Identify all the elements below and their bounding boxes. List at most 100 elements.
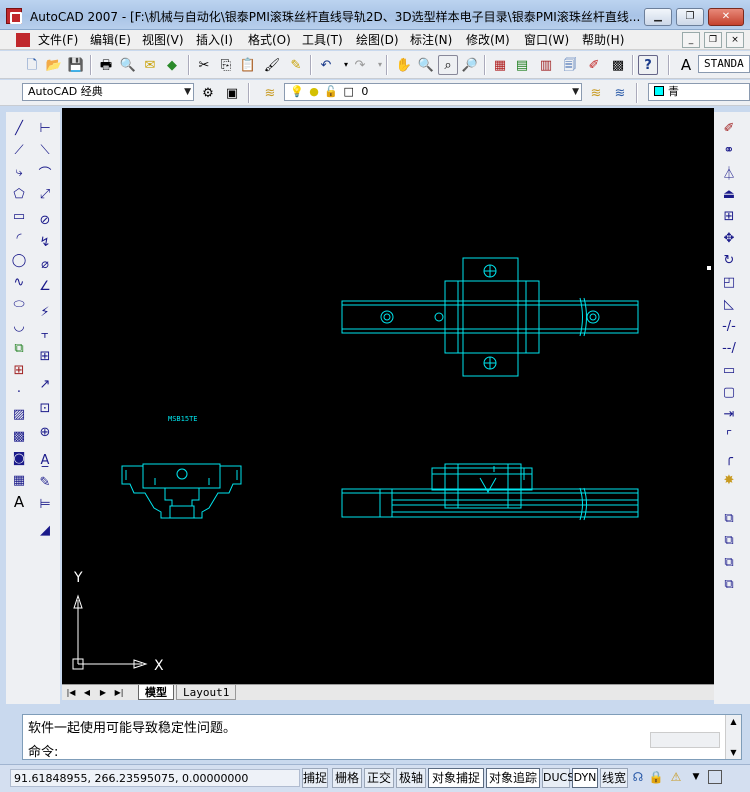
snap-toggle[interactable]: 捕捉	[302, 768, 328, 788]
menu-draw[interactable]: 绘图(D)	[356, 32, 399, 48]
menu-view[interactable]: 视图(V)	[142, 32, 184, 48]
scroll-down-icon[interactable]: ▼	[726, 748, 741, 757]
point-icon[interactable]: ·	[8, 382, 30, 402]
horizontal-scrollbar[interactable]	[650, 732, 720, 748]
otrack-toggle[interactable]: 对象追踪	[486, 768, 540, 788]
zoom-previous-icon[interactable]: 🔎	[460, 55, 480, 75]
color-select[interactable]: 青	[648, 83, 750, 101]
linear-dim-icon[interactable]: ⊢	[34, 118, 56, 138]
command-scrollbar[interactable]: ▲ ▼	[725, 715, 741, 759]
status-menu-icon[interactable]: ▼	[688, 769, 704, 785]
workspace-select[interactable]: AutoCAD 经典 ▼	[22, 83, 194, 101]
chamfer-icon[interactable]: ⌜	[718, 426, 740, 446]
dim-update-icon[interactable]: ⊨	[34, 494, 56, 514]
menu-insert[interactable]: 插入(I)	[196, 32, 233, 48]
mdi-close-icon[interactable]: ×	[726, 32, 744, 48]
stretch-icon[interactable]: ◺	[718, 294, 740, 314]
arc-icon[interactable]: ◜	[8, 228, 30, 248]
autocad-app-icon[interactable]	[6, 8, 22, 24]
scroll-up-icon[interactable]: ▲	[726, 717, 741, 726]
menu-edit[interactable]: 编辑(E)	[90, 32, 131, 48]
mirror-icon[interactable]: ⏃	[718, 162, 740, 182]
jogged-icon[interactable]: ↯	[34, 232, 56, 252]
help-icon[interactable]: ?	[638, 55, 658, 75]
draworder-under-icon[interactable]: ⧉	[718, 574, 740, 594]
multiline-text-icon[interactable]: A	[8, 492, 30, 512]
table-icon[interactable]: ▦	[8, 470, 30, 490]
design-center-icon[interactable]: ▤	[512, 55, 532, 75]
communication-center-icon[interactable]: ☊	[630, 769, 646, 785]
ellipse-icon[interactable]: ⬭	[8, 294, 30, 314]
make-layer-current-icon[interactable]: ≋	[586, 83, 606, 103]
explode-icon[interactable]: ✸	[718, 470, 740, 490]
diameter-icon[interactable]: ⌀	[34, 254, 56, 274]
document-icon[interactable]	[16, 33, 30, 47]
polar-toggle[interactable]: 极轴	[396, 768, 426, 788]
redo-icon[interactable]: ↷	[350, 55, 370, 75]
rotate-icon[interactable]: ↻	[718, 250, 740, 270]
undo-icon[interactable]: ↶	[316, 55, 336, 75]
zoom-realtime-icon[interactable]: 🔍	[416, 55, 436, 75]
publish-icon[interactable]: ✉	[140, 55, 160, 75]
layer-previous-icon[interactable]: ≋	[610, 83, 630, 103]
center-mark-icon[interactable]: ⊕	[34, 422, 56, 442]
save-icon[interactable]: 💾	[66, 55, 86, 75]
toolbar-lock-icon[interactable]: 🔒	[648, 769, 664, 785]
fillet-icon[interactable]: ╭	[718, 448, 740, 468]
osnap-toggle[interactable]: 对象捕捉	[428, 768, 484, 788]
gradient-icon[interactable]: ▩	[8, 426, 30, 446]
text-style-select[interactable]: STANDA	[698, 55, 750, 73]
make-block-icon[interactable]: ⊞	[8, 360, 30, 380]
ortho-toggle[interactable]: 正交	[364, 768, 394, 788]
drawing-canvas[interactable]: MSB15TE Y X	[62, 108, 714, 684]
grid-toggle[interactable]: 栅格	[332, 768, 362, 788]
sheet-set-icon[interactable]: 🗐	[560, 55, 580, 75]
menu-dimension[interactable]: 标注(N)	[410, 32, 452, 48]
join-icon[interactable]: ⇥	[718, 404, 740, 424]
restore-icon[interactable]: ❐	[676, 8, 704, 26]
markup-icon[interactable]: ✐	[584, 55, 604, 75]
clean-screen-icon[interactable]	[708, 770, 722, 784]
tool-palettes-icon[interactable]: ▥	[536, 55, 556, 75]
angular-icon[interactable]: ∠	[34, 276, 56, 296]
quick-dim-icon[interactable]: ⚡	[34, 302, 56, 322]
dyn-toggle[interactable]: DYN	[572, 768, 598, 788]
polyline-icon[interactable]: ⤷	[8, 162, 30, 182]
command-window[interactable]: 软件一起使用可能导致稳定性问题。 命令: ▲ ▼	[22, 714, 742, 760]
move-icon[interactable]: ✥	[718, 228, 740, 248]
tab-layout1[interactable]: Layout1	[176, 685, 237, 700]
erase-icon[interactable]: ✐	[718, 118, 740, 138]
prev-tab-icon[interactable]: ◀	[80, 686, 94, 699]
print-icon[interactable]: 🖶	[96, 55, 116, 75]
scale-icon[interactable]: ◰	[718, 272, 740, 292]
workspace-lock-icon[interactable]: ▣	[222, 83, 242, 103]
dim-text-edit-icon[interactable]: ✎	[34, 472, 56, 492]
ellipse-arc-icon[interactable]: ◡	[8, 316, 30, 336]
construction-line-icon[interactable]: ⟋	[8, 140, 30, 160]
plot-preview-icon[interactable]: 🔍	[118, 55, 138, 75]
workspace-settings-icon[interactable]: ⚙	[198, 83, 218, 103]
menu-modify[interactable]: 修改(M)	[466, 32, 510, 48]
menu-window[interactable]: 窗口(W)	[524, 32, 569, 48]
copy-object-icon[interactable]: ⚭	[718, 140, 740, 160]
cut-icon[interactable]: ✂	[194, 55, 214, 75]
layer-select[interactable]: 💡 ● 🔓 □ 0 ▼	[284, 83, 582, 101]
text-style-icon[interactable]: A	[676, 55, 696, 75]
3d-dwf-icon[interactable]: ◆	[162, 55, 182, 75]
mdi-restore-icon[interactable]: ❐	[704, 32, 722, 48]
radius-icon[interactable]: ⊘	[34, 210, 56, 230]
draworder-front-icon[interactable]: ⧉	[718, 508, 740, 528]
pan-icon[interactable]: ✋	[394, 55, 414, 75]
draworder-above-icon[interactable]: ⧉	[718, 552, 740, 572]
command-prompt[interactable]: 命令:	[28, 741, 58, 760]
match-properties-icon[interactable]: 🖌	[262, 55, 282, 75]
paste-icon[interactable]: 📋	[238, 55, 258, 75]
coordinate-readout[interactable]: 91.61848955, 266.23595075, 0.00000000	[10, 769, 300, 787]
rectangle-icon[interactable]: ▭	[8, 206, 30, 226]
insert-block-icon[interactable]: ⧉	[8, 338, 30, 358]
grip-handle[interactable]	[706, 265, 712, 271]
spline-icon[interactable]: ∿	[8, 272, 30, 292]
new-icon[interactable]: 🗋	[22, 55, 42, 75]
minimize-icon[interactable]: ▁	[644, 8, 672, 26]
circle-icon[interactable]: ◯	[8, 250, 30, 270]
